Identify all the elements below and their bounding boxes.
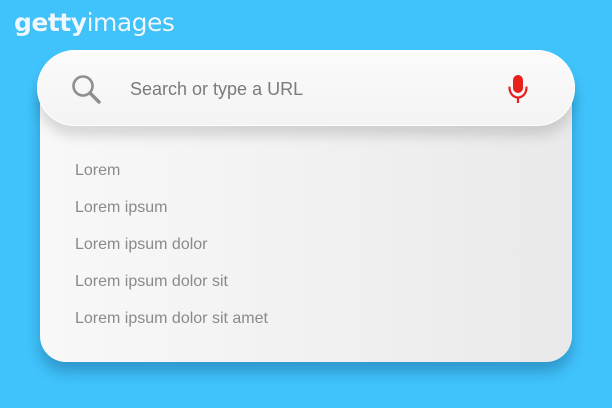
search-input[interactable] (128, 74, 462, 104)
watermark-brand-bold: getty (14, 8, 87, 37)
search-icon[interactable] (70, 73, 102, 105)
suggestion-item[interactable]: Lorem ipsum (75, 192, 545, 229)
gettyimages-watermark: gettyimages (14, 8, 175, 37)
suggestion-item[interactable]: Lorem ipsum dolor sit (75, 266, 545, 303)
suggestion-list: Lorem Lorem ipsum Lorem ipsum dolor Lore… (75, 155, 545, 340)
suggestion-item[interactable]: Lorem (75, 155, 545, 192)
microphone-icon[interactable] (507, 74, 529, 106)
suggestion-item[interactable]: Lorem ipsum dolor sit amet (75, 303, 545, 340)
suggestion-item[interactable]: Lorem ipsum dolor (75, 229, 545, 266)
watermark-brand-light: images (86, 8, 175, 37)
